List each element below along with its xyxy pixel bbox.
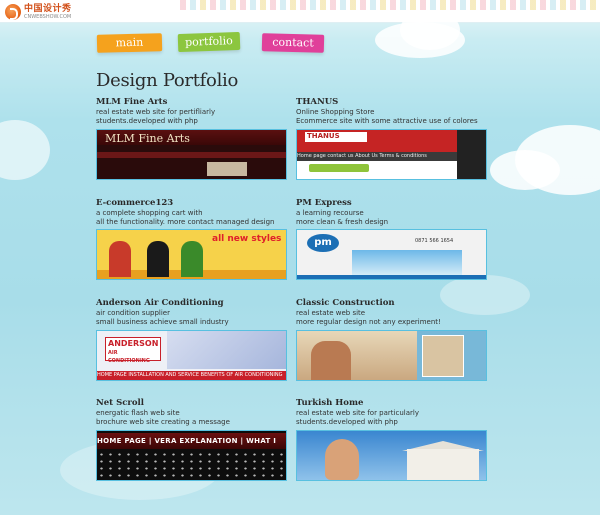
project-name[interactable]: Classic Construction: [296, 298, 491, 308]
project-name[interactable]: MLM Fine Arts: [96, 97, 291, 107]
project-description: a complete shopping cart with all the fu…: [96, 209, 291, 227]
thumb-logo-line: AIR CONDITIONING: [108, 350, 150, 364]
portfolio-item: Net Scroll energatic flash web site broc…: [96, 398, 291, 427]
description-line: small business achieve small industry: [96, 318, 229, 326]
project-thumbnail-mlm[interactable]: MLM Fine Arts: [96, 129, 287, 180]
project-thumbnail-thanus[interactable]: THANUS Home page contact us About Us Ter…: [296, 129, 487, 180]
project-name[interactable]: E-commerce123: [96, 198, 291, 208]
page-title: Design Portfolio: [96, 70, 239, 91]
portfolio-item: Anderson Air Conditioning air condition …: [96, 298, 291, 327]
description-line: energatic flash web site: [96, 409, 180, 417]
thumb-logo: MLM Fine Arts: [105, 132, 190, 145]
cloud-decoration: [490, 150, 560, 190]
description-line: more regular design not any experiment!: [296, 318, 441, 326]
thumb-person: [181, 241, 203, 277]
thumb-footer: [297, 275, 486, 279]
logo-text-cn: 中国设计秀: [24, 3, 72, 14]
project-description: real estate web site more regular design…: [296, 309, 491, 327]
thumb-logo-line: ANDERSON: [108, 339, 159, 348]
project-thumbnail-netscroll[interactable]: HOME PAGE | VERA EXPLANATION | WHAT I: [96, 430, 287, 481]
portfolio-item: Classic Construction real estate web sit…: [296, 298, 491, 327]
logo-text-en: CNWEBSHOW.COM: [24, 13, 72, 20]
project-thumbnail-pmexpress[interactable]: pm 0871 566 1654: [296, 229, 487, 280]
project-description: a learning recourse more clean & fresh d…: [296, 209, 491, 227]
project-description: real estate web site for pertifliarly st…: [96, 108, 291, 126]
portfolio-item: PM Express a learning recourse more clea…: [296, 198, 491, 227]
description-line: real estate web site: [296, 309, 366, 317]
thumb-image: [207, 162, 247, 176]
description-line: real estate web site for particularly: [296, 409, 419, 417]
portfolio-item: E-commerce123 a complete shopping cart w…: [96, 198, 291, 227]
thumb-image: [352, 250, 462, 276]
project-thumbnail-anderson[interactable]: ANDERSON AIR CONDITIONING HOME PAGE INST…: [96, 330, 287, 381]
thumb-people: [311, 341, 351, 380]
project-name[interactable]: Turkish Home: [296, 398, 491, 408]
thumb-panel: [422, 335, 464, 377]
thumb-nav: HOME PAGE | VERA EXPLANATION | WHAT I: [97, 433, 286, 449]
site-logo[interactable]: 中国设计秀 CNWEBSHOW.COM: [5, 3, 72, 21]
project-description: energatic flash web site brochure web si…: [96, 409, 291, 427]
project-thumbnail-ecommerce[interactable]: all new styles: [96, 229, 287, 280]
description-line: Ecommerce site with some attractive use …: [296, 117, 478, 125]
description-line: real estate web site for pertifliarly: [96, 108, 216, 116]
thumb-tagline: all new styles: [212, 234, 282, 244]
description-line: Online Shopping Store: [296, 108, 375, 116]
thumb-house: [407, 449, 479, 480]
thumb-side-panel: [457, 130, 486, 179]
top-header-bar: [0, 0, 600, 23]
description-line: air condition supplier: [96, 309, 170, 317]
description-line: students.developed with php: [96, 117, 198, 125]
thumb-person: [325, 439, 359, 480]
thumb-person: [147, 241, 169, 277]
cloud-decoration: [0, 120, 50, 180]
project-name[interactable]: Anderson Air Conditioning: [96, 298, 291, 308]
portfolio-item: THANUS Online Shopping Store Ecommerce s…: [296, 97, 491, 126]
portfolio-item: MLM Fine Arts real estate web site for p…: [96, 97, 291, 126]
description-line: all the functionality. more contact mana…: [96, 218, 275, 226]
thumb-logo: ANDERSON AIR CONDITIONING: [105, 337, 161, 364]
description-line: a complete shopping cart with: [96, 209, 203, 217]
project-name[interactable]: Net Scroll: [96, 398, 291, 408]
nav-portfolio-button[interactable]: portfolio: [177, 31, 241, 53]
thumb-nav: Home page contact us About Us Terms & co…: [297, 152, 472, 161]
portfolio-item: Turkish Home real estate web site for pa…: [296, 398, 491, 427]
project-thumbnail-turkish[interactable]: [296, 430, 487, 481]
cloud-decoration: [400, 10, 460, 50]
thumb-image: [167, 331, 286, 369]
thumb-image: [97, 451, 286, 480]
description-line: a learning recourse: [296, 209, 364, 217]
thumb-nav: [97, 152, 286, 158]
project-thumbnail-classic[interactable]: [296, 330, 487, 381]
thumb-nav: HOME PAGE INSTALLATION AND SERVICE BENEF…: [97, 371, 286, 380]
project-name[interactable]: THANUS: [296, 97, 491, 107]
project-description: Online Shopping Store Ecommerce site wit…: [296, 108, 491, 126]
description-line: brochure web site creating a message: [96, 418, 230, 426]
header-pattern: [180, 0, 600, 10]
logo-icon: [5, 4, 21, 20]
thumb-person: [109, 241, 131, 277]
thumb-logo: pm: [307, 234, 339, 252]
description-line: students.developed with php: [296, 418, 398, 426]
nav-contact-button[interactable]: contact: [261, 33, 325, 53]
thumb-signup-bar: [309, 164, 369, 172]
project-name[interactable]: PM Express: [296, 198, 491, 208]
project-description: air condition supplier small business ac…: [96, 309, 291, 327]
thumb-phone: 0871 566 1654: [415, 238, 454, 244]
project-description: real estate web site for particularly st…: [296, 409, 491, 427]
description-line: more clean & fresh design: [296, 218, 389, 226]
nav-main-button[interactable]: main: [96, 33, 163, 53]
thumb-logo: THANUS: [305, 132, 367, 142]
